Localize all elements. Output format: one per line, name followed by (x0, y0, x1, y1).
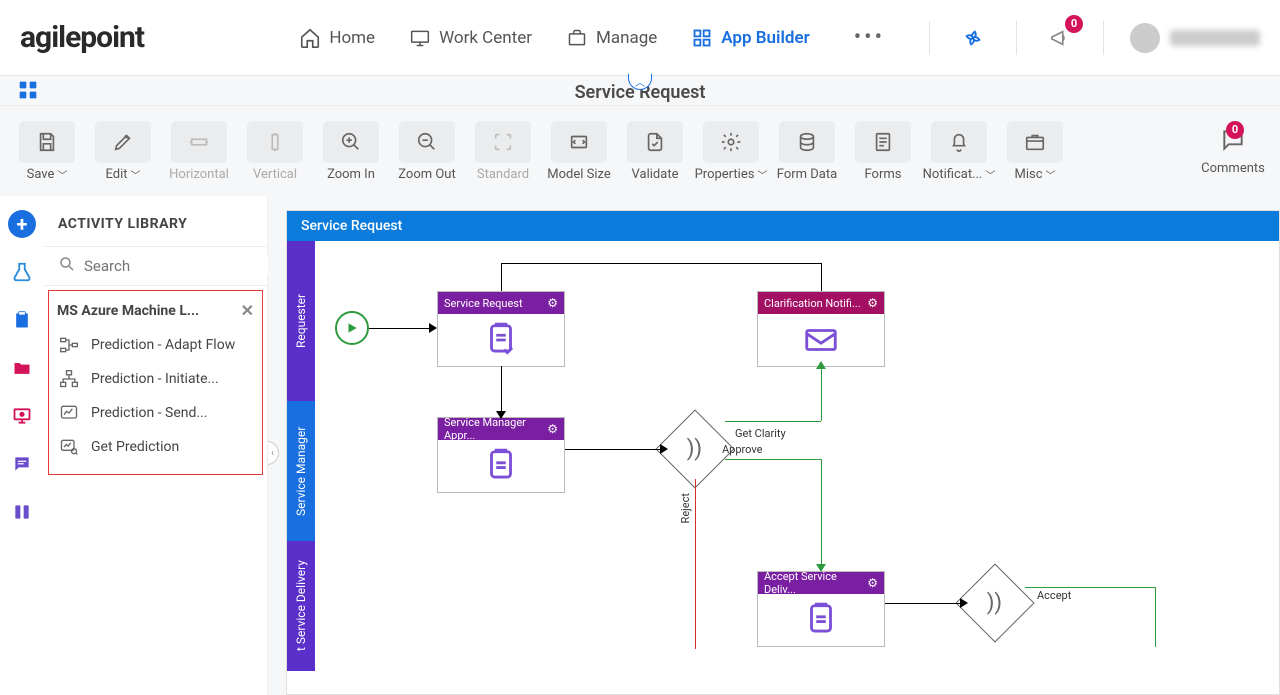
rail-lab-icon[interactable] (8, 258, 36, 286)
gear-icon[interactable]: ⚙ (547, 296, 558, 310)
home-icon (299, 28, 321, 48)
library-item-send[interactable]: Prediction - Send... (57, 396, 254, 430)
task-accept-delivery[interactable]: Accept Service Deliv...⚙ (757, 571, 885, 647)
library-item-get-prediction[interactable]: Get Prediction (57, 430, 254, 464)
library-group-title: MS Azure Machine L... (57, 303, 199, 319)
chart-up-icon (57, 402, 81, 424)
gear-icon[interactable]: ⚙ (867, 296, 878, 310)
canvas-title: Service Request (287, 211, 1279, 241)
edit-button[interactable]: Edit﹀ (88, 121, 158, 182)
panel-collapse-toggle[interactable]: ‹ (268, 441, 279, 465)
rail-columns-icon[interactable] (8, 498, 36, 526)
horizontal-button[interactable]: Horizontal (164, 121, 234, 182)
library-search-input[interactable] (84, 257, 283, 275)
library-item-initiate[interactable]: Prediction - Initiate... (57, 362, 254, 396)
announcements-badge: 0 (1065, 15, 1083, 33)
start-node[interactable] (335, 311, 369, 345)
label-accept: Accept (1037, 589, 1071, 602)
save-button[interactable]: Save﹀ (12, 121, 82, 182)
task-clarification[interactable]: Clarification Notifi...⚙ (757, 291, 885, 367)
lane-service-manager[interactable]: Service Manager (287, 401, 315, 541)
lane-service-delivery[interactable]: t Service Delivery (287, 541, 315, 671)
notifications-button[interactable]: Notificat...﹀ (924, 121, 994, 182)
vertical-button[interactable]: Vertical (240, 121, 310, 182)
task-mgr-approval[interactable]: Service Manager Appr...⚙ (437, 417, 565, 493)
label-approve: Approve (722, 443, 762, 456)
close-icon[interactable]: ✕ (241, 301, 254, 320)
library-title: ACTIVITY LIBRARY (44, 210, 267, 246)
comments-badge: 0 (1226, 121, 1244, 139)
nav-more[interactable]: ••• (844, 25, 895, 50)
forms-button[interactable]: Forms (848, 121, 918, 182)
library-search[interactable] (44, 246, 267, 286)
search-icon (58, 255, 76, 277)
apps-grid-icon[interactable] (18, 80, 38, 104)
nav-workcenter[interactable]: Work Center (409, 28, 532, 48)
library-item-adapt-flow[interactable]: Prediction - Adapt Flow (57, 328, 254, 362)
zoomin-button[interactable]: Zoom In (316, 121, 386, 182)
monitor-icon (409, 28, 431, 48)
standard-button[interactable]: Standard (468, 121, 538, 182)
username-blurred (1170, 30, 1260, 46)
nav-appbuilder[interactable]: App Builder (691, 28, 809, 48)
label-reject: Reject (679, 493, 692, 523)
rail-clipboard-icon[interactable] (8, 306, 36, 334)
gear-icon[interactable]: ⚙ (867, 576, 878, 590)
rail-folder-icon[interactable] (8, 354, 36, 382)
add-activity-button[interactable]: + (8, 210, 36, 238)
tree-icon (57, 368, 81, 390)
nav-home[interactable]: Home (299, 28, 375, 48)
chart-search-icon (57, 436, 81, 458)
modelsize-button[interactable]: Model Size (544, 121, 614, 182)
gateway-approval[interactable]: )) (667, 421, 723, 477)
flow-icon (57, 334, 81, 356)
rail-chat-icon[interactable] (8, 450, 36, 478)
lane-requester[interactable]: Requester (287, 241, 315, 401)
label-get-clarity: Get Clarity (735, 427, 786, 440)
brand-logo: agilepoint (20, 20, 144, 55)
zoomout-button[interactable]: Zoom Out (392, 121, 462, 182)
properties-button[interactable]: Properties﹀ (696, 121, 766, 182)
process-canvas[interactable]: Service Request Requester Service Manage… (286, 210, 1280, 695)
task-service-request[interactable]: Service Request⚙ (437, 291, 565, 367)
grid-icon (691, 28, 713, 48)
pinwheel-button[interactable] (956, 21, 990, 55)
comments-button[interactable]: 0 Comments (1198, 127, 1268, 176)
rail-monitor-icon[interactable] (8, 402, 36, 430)
gear-icon[interactable]: ⚙ (547, 422, 558, 436)
gateway-accept[interactable]: )) (967, 575, 1023, 631)
announcements-button[interactable]: 0 (1043, 21, 1077, 55)
briefcase-icon (566, 28, 588, 48)
library-group: MS Azure Machine L... ✕ Prediction - Ada… (48, 290, 263, 475)
misc-button[interactable]: Misc﹀ (1000, 121, 1070, 182)
validate-button[interactable]: Validate (620, 121, 690, 182)
formdata-button[interactable]: Form Data (772, 121, 842, 182)
nav-manage[interactable]: Manage (566, 28, 657, 48)
avatar (1130, 23, 1160, 53)
user-menu[interactable] (1130, 23, 1260, 53)
